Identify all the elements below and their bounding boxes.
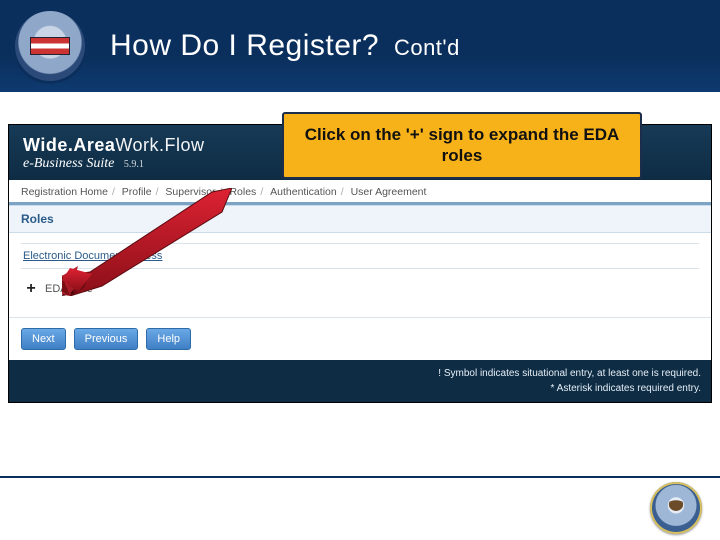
slide-header: How Do I Register? Cont'd xyxy=(0,0,720,92)
panel-title: Roles xyxy=(9,205,711,233)
eda-role-expander[interactable]: + EDA Role xyxy=(21,279,699,299)
footer-note-required: * Asterisk indicates required entry. xyxy=(19,381,701,396)
button-row: Next Previous Help xyxy=(9,317,711,360)
next-button[interactable]: Next xyxy=(21,328,66,350)
agency-seal-icon xyxy=(12,8,88,84)
help-button[interactable]: Help xyxy=(146,328,191,350)
footer-note-situational: ! Symbol indicates situational entry, at… xyxy=(19,366,701,381)
tab-user-agreement[interactable]: User Agreement xyxy=(351,186,427,198)
slide-title: How Do I Register? Cont'd xyxy=(110,29,460,63)
slide-title-suffix: Cont'd xyxy=(394,35,460,60)
slide-footer xyxy=(0,476,720,540)
instruction-text: Click on the '+' sign to expand the EDA … xyxy=(305,125,620,165)
brand-bold: Wide.Area xyxy=(23,135,115,155)
eda-link[interactable]: Electronic Document Access xyxy=(21,243,699,269)
instruction-callout: Click on the '+' sign to expand the EDA … xyxy=(282,112,642,179)
tab-profile[interactable]: Profile xyxy=(122,186,152,198)
panel-body: Electronic Document Access + EDA Role xyxy=(9,233,711,317)
tab-roles[interactable]: Roles xyxy=(229,186,256,198)
previous-button[interactable]: Previous xyxy=(74,328,139,350)
brand-thin: Work.Flow xyxy=(115,135,204,155)
tab-registration-home[interactable]: Registration Home xyxy=(21,186,108,198)
app-footer: ! Symbol indicates situational entry, at… xyxy=(9,360,711,402)
brand-suite: e-Business Suite xyxy=(23,156,114,171)
slide-title-main: How Do I Register? xyxy=(110,29,379,62)
dod-seal-icon xyxy=(650,482,702,534)
brand-version: 5.9.1 xyxy=(124,159,144,170)
expander-label: EDA Role xyxy=(45,283,93,295)
plus-icon[interactable]: + xyxy=(23,281,39,297)
tab-authentication[interactable]: Authentication xyxy=(270,186,337,198)
tab-bar: Registration Home/ Profile/ Supervisor/ … xyxy=(9,180,711,205)
tab-supervisor[interactable]: Supervisor xyxy=(165,186,215,198)
